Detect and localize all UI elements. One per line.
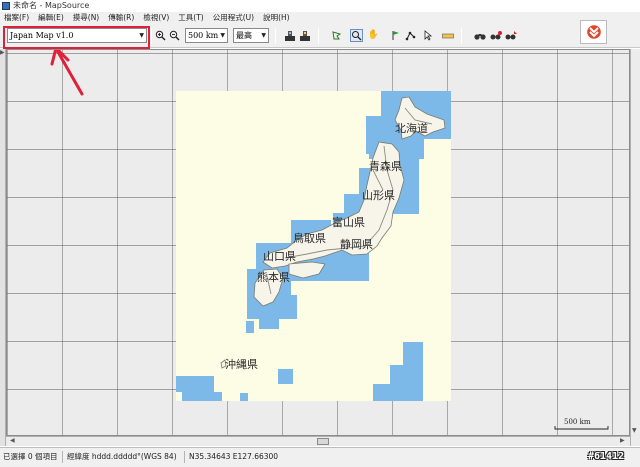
- label-okinawa: 沖縄県: [225, 357, 258, 371]
- label-tottori: 鳥取県: [293, 231, 326, 245]
- map-canvas[interactable]: 北海道 青森県 山形県 富山県 鳥取県 静岡県 山口県 熊本県 沖縄県 500 …: [7, 50, 630, 436]
- distance-ruler-icon[interactable]: [441, 29, 454, 42]
- find-place-icon[interactable]: [489, 29, 502, 42]
- label-aomori: 青森県: [369, 159, 402, 173]
- watermark: #61412: [588, 451, 625, 462]
- map-tool-icon[interactable]: [330, 29, 343, 42]
- status-divider: [184, 451, 185, 463]
- zoom-scale-value: 500 km: [188, 31, 219, 40]
- toolbar-separator: [318, 28, 319, 44]
- scroll-down-icon[interactable]: ▼: [632, 427, 637, 435]
- horizontal-scrollbar[interactable]: ◀ ▶: [6, 436, 630, 446]
- triangle-right-icon[interactable]: ▶: [0, 49, 5, 57]
- app-icon: [2, 2, 10, 10]
- status-bar: 已選擇 0 個項目 經緯度 hddd.ddddd°(WGS 84) N35.34…: [0, 447, 640, 467]
- title-bar: 未命名 - MapSource: [0, 0, 640, 12]
- detail-level-select[interactable]: 最高 ▼: [233, 28, 269, 43]
- find-nearest-icon[interactable]: [504, 29, 517, 42]
- send-to-device-icon[interactable]: [298, 29, 311, 42]
- label-hokkaido: 北海道: [395, 121, 428, 135]
- zoom-scale-select[interactable]: 500 km ▼: [185, 28, 228, 43]
- zoom-tool-icon[interactable]: [350, 29, 363, 42]
- route-tool-icon[interactable]: [404, 29, 417, 42]
- toolbar-separator: [275, 28, 276, 44]
- vertical-scrollbar[interactable]: ▼: [630, 49, 640, 446]
- label-shizuoka: 静岡県: [340, 237, 373, 251]
- chevron-down-icon: ▼: [261, 32, 266, 39]
- scale-bar-label: 500 km: [564, 418, 591, 426]
- find-binoculars-icon[interactable]: [473, 29, 486, 42]
- map-view[interactable]: 北海道 青森県 山形県 富山県 鳥取県 静岡県 山口県 熊本県 沖縄県 500 …: [6, 49, 630, 436]
- toolbar-separator: [461, 28, 462, 44]
- scroll-left-icon[interactable]: ◀: [10, 437, 15, 445]
- detail-level-value: 最高: [236, 31, 252, 40]
- double-chevron-down-icon: [586, 25, 601, 39]
- coordinate-format: 經緯度 hddd.ddddd°(WGS 84): [67, 452, 177, 461]
- annotation-highlight-box: [3, 26, 150, 49]
- selection-status: 已選擇 0 個項目: [3, 452, 58, 461]
- label-yamagata: 山形県: [362, 189, 395, 202]
- menu-view[interactable]: 檢視(V): [143, 12, 169, 24]
- chevron-down-icon: ▼: [220, 32, 225, 39]
- menu-bar: 檔案(F) 編輯(E) 摸尋(N) 傳輸(R) 檢視(V) 工具(T) 公用程式…: [0, 12, 640, 24]
- menu-edit[interactable]: 編輯(E): [38, 12, 64, 24]
- menu-help[interactable]: 說明(H): [263, 12, 290, 24]
- status-divider: [62, 451, 63, 463]
- menu-find[interactable]: 摸尋(N): [73, 12, 99, 24]
- download-button[interactable]: [580, 20, 607, 44]
- cursor-coordinates: N35.34643 E127.66300: [189, 452, 279, 461]
- menu-utilities[interactable]: 公用程式(U): [213, 12, 254, 24]
- zoom-in-icon[interactable]: [154, 29, 167, 42]
- menu-tools[interactable]: 工具(T): [178, 12, 203, 24]
- select-arrow-icon[interactable]: [421, 29, 434, 42]
- receive-from-device-icon[interactable]: [283, 29, 296, 42]
- menu-transfer[interactable]: 傳輸(R): [108, 12, 134, 24]
- label-toyama: 富山県: [332, 215, 365, 229]
- label-yamaguchi: 山口県: [263, 250, 296, 263]
- label-kumamoto: 熊本県: [257, 270, 290, 284]
- window-title: 未命名 - MapSource: [13, 1, 90, 10]
- pan-hand-icon[interactable]: ✋: [367, 29, 380, 42]
- waypoint-flag-icon[interactable]: [389, 29, 402, 42]
- horizontal-scroll-thumb[interactable]: [317, 438, 329, 445]
- zoom-out-icon[interactable]: [168, 29, 181, 42]
- scroll-right-icon[interactable]: ▶: [620, 437, 625, 445]
- menu-file[interactable]: 檔案(F): [4, 12, 29, 24]
- toolbar-separator: [151, 28, 152, 44]
